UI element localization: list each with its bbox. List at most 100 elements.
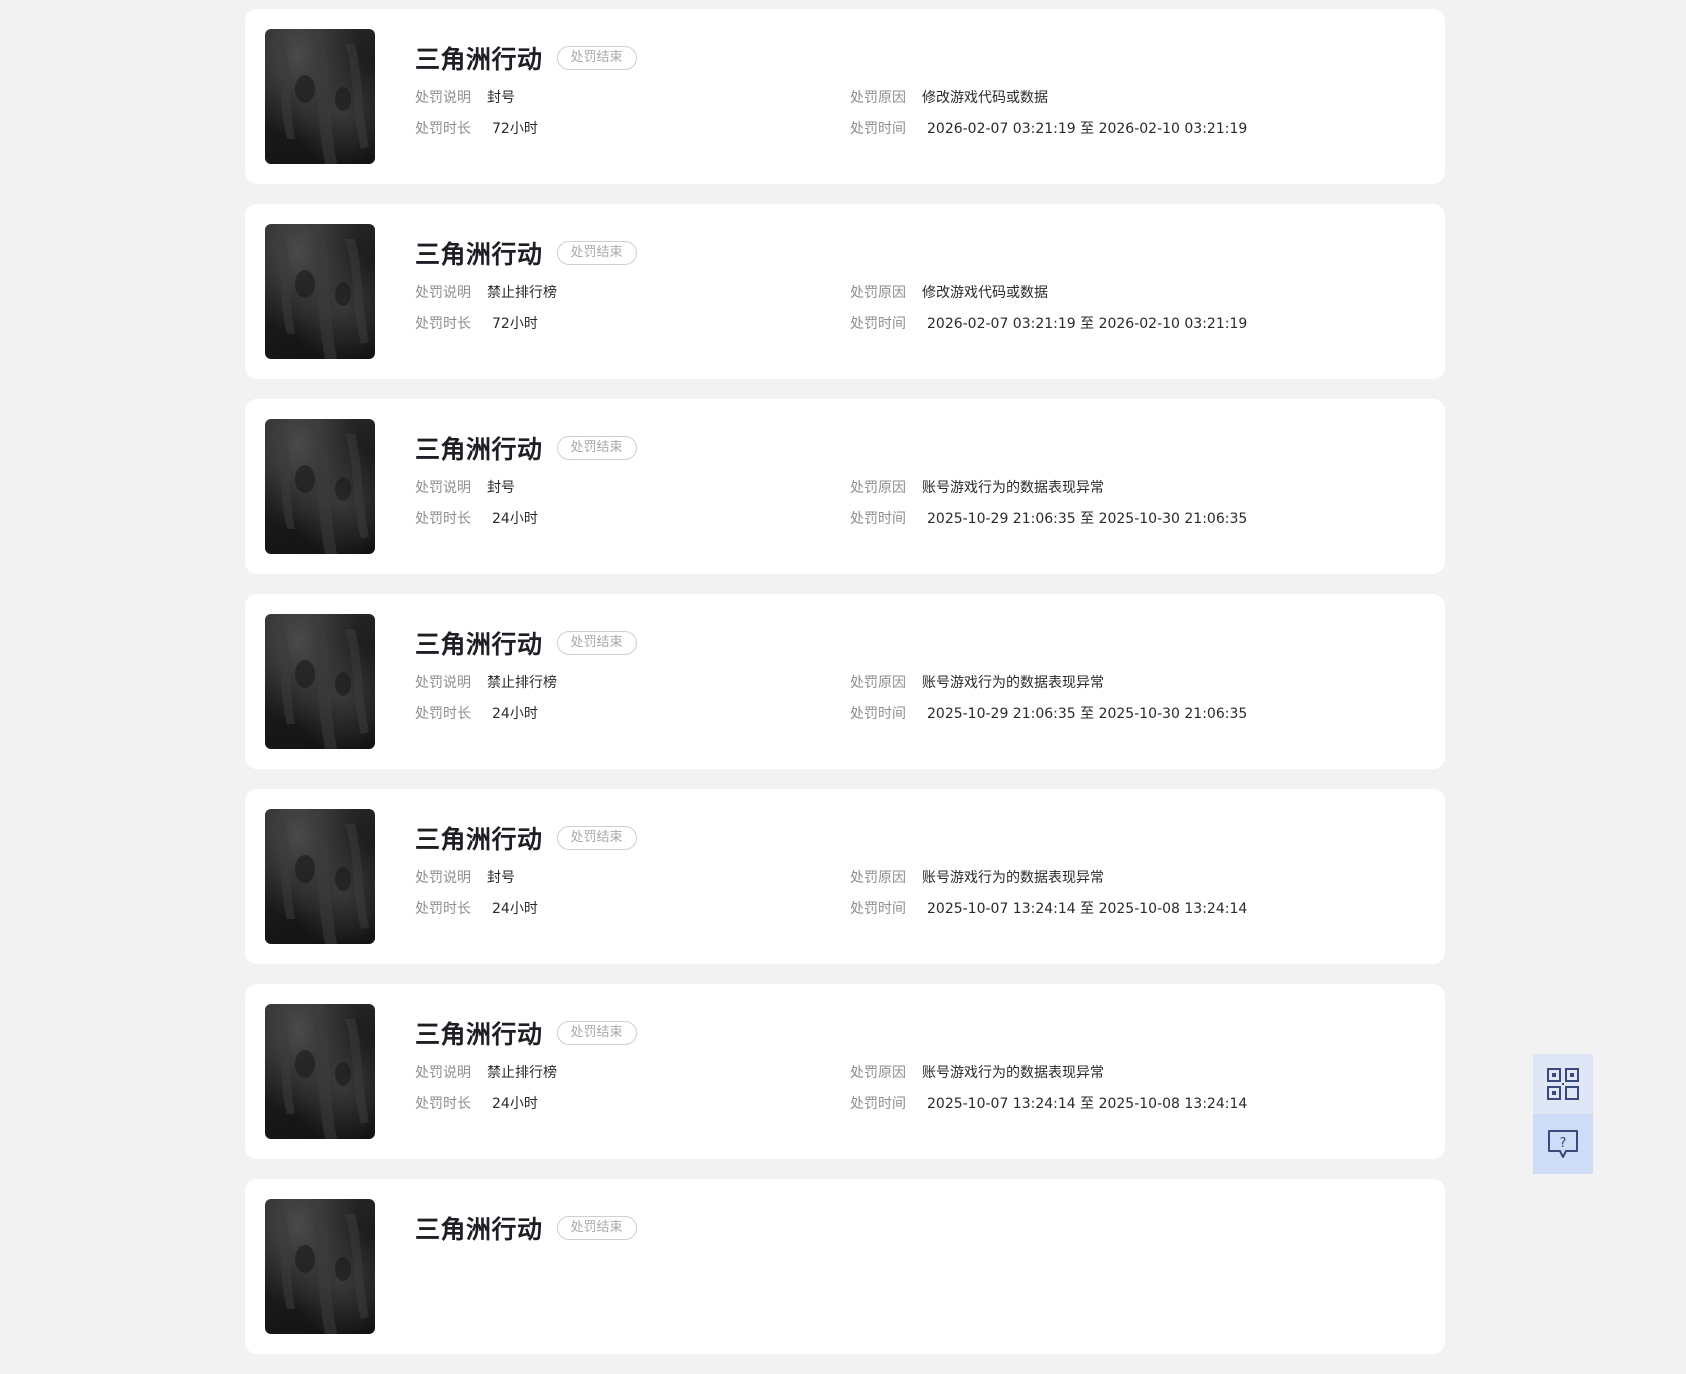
feedback-question-icon: ?	[1548, 1130, 1578, 1158]
penalty-reason-value: 账号游戏行为的数据表现异常	[922, 1065, 1104, 1081]
penalty-time-label: 处罚时间	[850, 901, 906, 917]
penalty-time-field: 处罚时间 2026-02-07 03:21:19 至 2026-02-10 03:…	[850, 120, 1247, 138]
penalty-desc-value: 禁止排行榜	[487, 1065, 557, 1081]
penalty-reason-label: 处罚原因	[850, 675, 906, 691]
penalty-desc-value: 封号	[487, 480, 515, 496]
penalty-reason-field: 处罚原因 账号游戏行为的数据表现异常	[850, 869, 1104, 887]
penalty-duration-value: 72小时	[492, 121, 538, 137]
penalty-desc-label: 处罚说明	[415, 285, 471, 301]
penalty-time-value: 2025-10-29 21:06:35 至 2025-10-30 21:06:3…	[927, 511, 1248, 527]
penalty-time-field: 处罚时间 2026-02-07 03:21:19 至 2026-02-10 03:…	[850, 315, 1247, 333]
penalty-duration-value: 24小时	[492, 901, 538, 917]
penalty-time-label: 处罚时间	[850, 316, 906, 332]
game-name: 三角洲行动	[415, 435, 543, 464]
penalty-reason-field: 处罚原因 账号游戏行为的数据表现异常	[850, 1064, 1104, 1082]
penalty-time-label: 处罚时间	[850, 706, 906, 722]
status-badge: 处罚结束	[556, 1216, 637, 1240]
penalty-desc-value: 封号	[487, 90, 515, 106]
penalty-reason-label: 处罚原因	[850, 285, 906, 301]
game-cover-image	[265, 1004, 375, 1139]
penalty-card: 三角洲行动 处罚结束 处罚说明 禁止排行榜 处罚时长 24小时 处罚原因 账号游戏行为…	[245, 594, 1445, 769]
penalty-desc-label: 处罚说明	[415, 675, 471, 691]
penalty-duration-value: 24小时	[492, 1096, 538, 1112]
penalty-time-field: 处罚时间 2025-10-07 13:24:14 至 2025-10-08 13:…	[850, 900, 1247, 918]
penalty-duration-value: 24小时	[492, 706, 538, 722]
penalty-card: 三角洲行动 处罚结束 处罚说明 禁止排行榜 处罚时长 24小时 处罚原因 账号游戏行为…	[245, 984, 1445, 1159]
penalty-reason-value: 修改游戏代码或数据	[922, 90, 1048, 106]
game-name: 三角洲行动	[415, 45, 543, 74]
game-cover-image	[265, 419, 375, 554]
status-badge: 处罚结束	[556, 631, 637, 655]
card-title-row: 三角洲行动 处罚结束	[415, 1211, 637, 1245]
penalty-time-label: 处罚时间	[850, 511, 906, 527]
penalty-duration-label: 处罚时长	[415, 901, 471, 917]
penalty-reason-value: 账号游戏行为的数据表现异常	[922, 870, 1104, 886]
penalty-duration-field: 处罚时长 72小时	[415, 315, 538, 333]
penalty-record-list: 三角洲行动 处罚结束 处罚说明 封号 处罚时长 72小时 处罚原因 修改游戏代码或数据…	[245, 9, 1445, 1374]
feedback-button[interactable]: ?	[1533, 1114, 1593, 1174]
penalty-time-label: 处罚时间	[850, 121, 906, 137]
penalty-duration-label: 处罚时长	[415, 316, 471, 332]
penalty-reason-field: 处罚原因 账号游戏行为的数据表现异常	[850, 479, 1104, 497]
penalty-duration-field: 处罚时长 72小时	[415, 120, 538, 138]
status-badge: 处罚结束	[556, 46, 637, 70]
penalty-card: 三角洲行动 处罚结束 处罚说明 封号 处罚时长 24小时 处罚原因 账号游戏行为的数据…	[245, 399, 1445, 574]
penalty-desc-field: 处罚说明 封号	[415, 479, 515, 497]
penalty-time-label: 处罚时间	[850, 1096, 906, 1112]
game-cover-image	[265, 1199, 375, 1334]
penalty-desc-value: 封号	[487, 870, 515, 886]
svg-text:?: ?	[1560, 1136, 1567, 1151]
card-title-row: 三角洲行动 处罚结束	[415, 1016, 637, 1050]
penalty-reason-value: 修改游戏代码或数据	[922, 285, 1048, 301]
penalty-desc-value: 禁止排行榜	[487, 675, 557, 691]
penalty-duration-label: 处罚时长	[415, 511, 471, 527]
penalty-time-value: 2026-02-07 03:21:19 至 2026-02-10 03:21:1…	[927, 121, 1248, 137]
card-title-row: 三角洲行动 处罚结束	[415, 41, 637, 75]
penalty-desc-label: 处罚说明	[415, 90, 471, 106]
penalty-desc-field: 处罚说明 禁止排行榜	[415, 284, 557, 302]
penalty-card: 三角洲行动 处罚结束 处罚说明 禁止排行榜 处罚时长 72小时 处罚原因 修改游戏代码…	[245, 204, 1445, 379]
penalty-reason-label: 处罚原因	[850, 480, 906, 496]
game-name: 三角洲行动	[415, 1215, 543, 1244]
penalty-card: 三角洲行动 处罚结束 处罚说明 封号 处罚时长 24小时 处罚原因 账号游戏行为的数据…	[245, 789, 1445, 964]
penalty-reason-field: 处罚原因 修改游戏代码或数据	[850, 284, 1048, 302]
card-title-row: 三角洲行动 处罚结束	[415, 431, 637, 465]
penalty-duration-field: 处罚时长 24小时	[415, 510, 538, 528]
penalty-duration-value: 24小时	[492, 511, 538, 527]
penalty-desc-label: 处罚说明	[415, 1065, 471, 1081]
game-cover-image	[265, 224, 375, 359]
penalty-reason-label: 处罚原因	[850, 90, 906, 106]
game-name: 三角洲行动	[415, 1020, 543, 1049]
card-title-row: 三角洲行动 处罚结束	[415, 821, 637, 855]
status-badge: 处罚结束	[556, 1021, 637, 1045]
status-badge: 处罚结束	[556, 241, 637, 265]
penalty-reason-field: 处罚原因 修改游戏代码或数据	[850, 89, 1048, 107]
penalty-duration-label: 处罚时长	[415, 121, 471, 137]
penalty-desc-label: 处罚说明	[415, 480, 471, 496]
penalty-desc-field: 处罚说明 禁止排行榜	[415, 674, 557, 692]
penalty-duration-field: 处罚时长 24小时	[415, 705, 538, 723]
penalty-duration-field: 处罚时长 24小时	[415, 1095, 538, 1113]
floating-side-tools: ?	[1533, 1054, 1593, 1174]
game-cover-image	[265, 614, 375, 749]
penalty-time-field: 处罚时间 2025-10-07 13:24:14 至 2025-10-08 13:…	[850, 1095, 1247, 1113]
penalty-time-value: 2025-10-29 21:06:35 至 2025-10-30 21:06:3…	[927, 706, 1248, 722]
penalty-duration-field: 处罚时长 24小时	[415, 900, 538, 918]
penalty-desc-value: 禁止排行榜	[487, 285, 557, 301]
game-name: 三角洲行动	[415, 240, 543, 269]
penalty-time-value: 2025-10-07 13:24:14 至 2025-10-08 13:24:1…	[927, 1096, 1248, 1112]
penalty-reason-value: 账号游戏行为的数据表现异常	[922, 480, 1104, 496]
qr-code-button[interactable]	[1533, 1054, 1593, 1114]
penalty-time-value: 2025-10-07 13:24:14 至 2025-10-08 13:24:1…	[927, 901, 1248, 917]
penalty-time-value: 2026-02-07 03:21:19 至 2026-02-10 03:21:1…	[927, 316, 1248, 332]
penalty-duration-value: 72小时	[492, 316, 538, 332]
game-name: 三角洲行动	[415, 825, 543, 854]
card-title-row: 三角洲行动 处罚结束	[415, 236, 637, 270]
penalty-reason-value: 账号游戏行为的数据表现异常	[922, 675, 1104, 691]
status-badge: 处罚结束	[556, 826, 637, 850]
penalty-duration-label: 处罚时长	[415, 706, 471, 722]
card-title-row: 三角洲行动 处罚结束	[415, 626, 637, 660]
penalty-desc-field: 处罚说明 封号	[415, 89, 515, 107]
penalty-card: 三角洲行动 处罚结束	[245, 1179, 1445, 1354]
penalty-desc-field: 处罚说明 禁止排行榜	[415, 1064, 557, 1082]
